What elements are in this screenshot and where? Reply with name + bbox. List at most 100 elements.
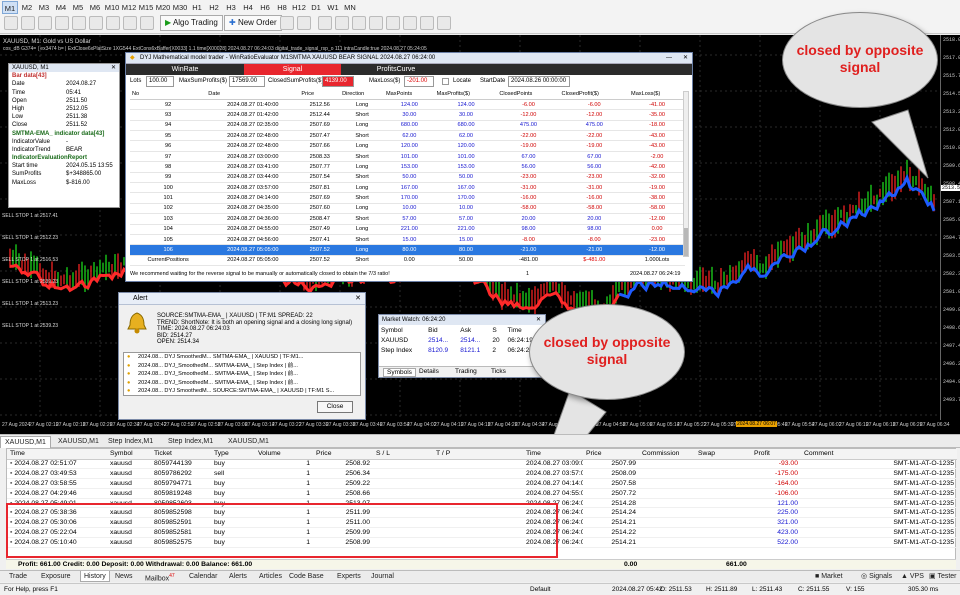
tab-news[interactable]: News bbox=[112, 571, 136, 582]
list-item[interactable]: ● 2024.08... DYJ SmoothedM... SOURCE:SMTM… bbox=[124, 387, 360, 396]
market-watch-tab[interactable]: Details bbox=[419, 368, 439, 375]
closed-sum-field[interactable]: 4139.00 bbox=[322, 76, 354, 87]
table-row[interactable]: 96 2024.08.27 02:48:00 2507.66 Long 120.00 12… bbox=[130, 140, 685, 152]
table-row[interactable]: 103 2024.08.27 04:36:00 2508.47 Short 57.00 5… bbox=[130, 213, 685, 225]
vps-tab[interactable]: ▲ VPS bbox=[898, 571, 927, 582]
column-header[interactable]: Price bbox=[313, 449, 373, 460]
table-row[interactable]: 98 2024.08.27 03:41:00 2507.77 Long 153.00 15… bbox=[130, 161, 685, 173]
chart-tab[interactable]: XAUUSD,M1 bbox=[0, 436, 51, 448]
table-row[interactable]: ▪ 2024.08.27 04:29:46 xauusd 8059819248 buy… bbox=[7, 488, 957, 499]
timeframe-m4[interactable]: M4 bbox=[53, 1, 69, 14]
chart-tab[interactable]: XAUUSD,M1 bbox=[224, 436, 273, 448]
maxloss-field[interactable]: -201.00 bbox=[404, 76, 434, 87]
table-row[interactable]: 94 2024.08.27 02:35:00 2507.69 Long 680.00 68… bbox=[130, 120, 685, 132]
chart-candles-icon[interactable] bbox=[55, 16, 69, 30]
lots-field[interactable]: 100.00 bbox=[146, 76, 174, 87]
timeframe-d1[interactable]: D1 bbox=[308, 1, 324, 14]
tab-calendar[interactable]: Calendar bbox=[186, 571, 220, 582]
trade-up-icon[interactable] bbox=[280, 16, 294, 30]
text-icon[interactable] bbox=[420, 16, 434, 30]
tab-alerts[interactable]: Alerts bbox=[226, 571, 250, 582]
table-row[interactable]: 92 2024.08.27 01:40:00 2512.56 Long 124.00 12… bbox=[130, 99, 685, 111]
column-header[interactable]: S / L bbox=[373, 449, 433, 460]
column-header[interactable]: Volume bbox=[255, 449, 313, 460]
table-row[interactable]: ▪ 2024.08.27 02:51:07 xauusd 8059744139 buy… bbox=[7, 459, 957, 470]
table-row[interactable]: ▪ 2024.08.27 03:49:53 xauusd 8059786292 sel… bbox=[7, 468, 957, 480]
algo-trading-button[interactable]: ▶ Algo Trading bbox=[160, 15, 223, 31]
table-row[interactable]: 101 2024.08.27 04:14:00 2507.69 Short 170.00… bbox=[130, 192, 685, 204]
column-header[interactable]: Symbol bbox=[107, 449, 151, 460]
timeframe-h6[interactable]: H6 bbox=[257, 1, 273, 14]
market-watch-tab[interactable]: Symbols bbox=[383, 368, 416, 377]
chart-bars-icon[interactable] bbox=[38, 16, 52, 30]
timeframe-m6[interactable]: M6 bbox=[87, 1, 103, 14]
column-header[interactable]: Comment bbox=[801, 449, 957, 460]
tab-history[interactable]: History bbox=[80, 571, 110, 582]
column-header[interactable]: Time bbox=[523, 449, 583, 460]
timeframe-h3[interactable]: H3 bbox=[223, 1, 239, 14]
column-header[interactable]: Commission bbox=[639, 449, 695, 460]
tab-signal[interactable]: Signal bbox=[244, 64, 341, 75]
locate-checkbox[interactable] bbox=[442, 78, 449, 85]
tab-journal[interactable]: Journal bbox=[368, 571, 397, 582]
list-item[interactable]: ● 2024.08... DYJ_SmoothedM... SMTMA-EMA_ … bbox=[124, 370, 360, 379]
zoom-in-icon[interactable] bbox=[89, 16, 103, 30]
table-scrollbar[interactable] bbox=[683, 91, 689, 257]
close-icon[interactable]: ✕ bbox=[683, 53, 688, 64]
new-order-button[interactable]: ✚ New Order bbox=[224, 15, 282, 31]
tab-trade[interactable]: Trade bbox=[6, 571, 30, 582]
list-item[interactable]: ● 2024.08... DYJ SmoothedM... SMTMA-EMA_ … bbox=[124, 353, 360, 362]
table-row[interactable]: ▪ 2024.08.27 03:58:55 xauusd 8059794771 buy… bbox=[7, 478, 957, 489]
symbol-row[interactable]: Step Index 8120.9 8121.1 2 06:24:20 bbox=[379, 345, 545, 355]
column-header[interactable]: Profit bbox=[751, 449, 801, 460]
market-watch-tab[interactable]: Trading bbox=[455, 368, 477, 375]
profiles-icon[interactable] bbox=[21, 16, 35, 30]
vertical-line-icon[interactable] bbox=[335, 16, 349, 30]
close-icon[interactable]: ✕ bbox=[536, 315, 541, 325]
timeframe-m10[interactable]: M10 bbox=[104, 1, 120, 14]
table-row[interactable]: 93 2024.08.27 01:42:00 2512.44 Short 30.00 30… bbox=[130, 109, 685, 121]
timeframe-m20[interactable]: M20 bbox=[155, 1, 171, 14]
crosshair-icon[interactable] bbox=[318, 16, 332, 30]
timeframe-m3[interactable]: M3 bbox=[36, 1, 52, 14]
zoom-out-icon[interactable] bbox=[106, 16, 120, 30]
table-row[interactable]: 105 2024.08.27 04:56:00 2507.41 Short 15.00 1… bbox=[130, 234, 685, 246]
max-sum-field[interactable]: 17569.00 bbox=[229, 76, 265, 87]
tab-exposure[interactable]: Exposure bbox=[38, 571, 74, 582]
timeframe-w1[interactable]: W1 bbox=[325, 1, 341, 14]
market-watch-tab[interactable]: Ticks bbox=[491, 368, 506, 375]
market-tab[interactable]: ■ Market bbox=[812, 571, 846, 582]
table-row[interactable]: 100 2024.08.27 03:57:00 2507.81 Long 167.00 1… bbox=[130, 182, 685, 194]
column-header[interactable]: Ticket bbox=[151, 449, 211, 460]
startdate-field[interactable]: 2024.08.26 00:00:00 bbox=[508, 76, 570, 87]
timeframe-h12[interactable]: H12 bbox=[291, 1, 307, 14]
minimize-icon[interactable]: — bbox=[666, 53, 672, 64]
close-icon[interactable]: ✕ bbox=[111, 64, 116, 72]
alert-close-button[interactable]: Close bbox=[317, 401, 353, 413]
timeframe-m5[interactable]: M5 bbox=[70, 1, 86, 14]
timeframe-m1[interactable]: M1 bbox=[2, 1, 18, 14]
channel-icon[interactable] bbox=[386, 16, 400, 30]
symbol-row[interactable]: XAUUSD 2514... 2514... 20 06:24:19 bbox=[379, 335, 545, 345]
table-row[interactable]: 99 2024.08.27 03:44:00 2507.54 Short 50.00 50… bbox=[130, 172, 685, 184]
new-chart-icon[interactable] bbox=[4, 16, 18, 30]
column-header[interactable]: Swap bbox=[695, 449, 751, 460]
tab-articles[interactable]: Articles bbox=[256, 571, 285, 582]
tab-experts[interactable]: Experts bbox=[334, 571, 364, 582]
shapes-icon[interactable] bbox=[437, 16, 451, 30]
timeframe-h8[interactable]: H8 bbox=[274, 1, 290, 14]
tab-mailbox[interactable]: Mailbox47 bbox=[142, 571, 178, 582]
column-header[interactable]: Price bbox=[583, 449, 639, 460]
timeframe-h2[interactable]: H2 bbox=[206, 1, 222, 14]
fibonacci-icon[interactable] bbox=[403, 16, 417, 30]
tester-tab[interactable]: ▣ Tester bbox=[926, 571, 960, 582]
scrollbar-thumb[interactable] bbox=[684, 228, 688, 256]
trade-down-icon[interactable] bbox=[297, 16, 311, 30]
chart-line-icon[interactable] bbox=[72, 16, 86, 30]
signals-tab[interactable]: ◎ Signals bbox=[858, 571, 895, 582]
table-row[interactable]: 104 2024.08.27 04:55:00 2507.49 Long 221.00 2… bbox=[130, 224, 685, 235]
timeframe-m2[interactable]: M2 bbox=[19, 1, 35, 14]
tab-winrate[interactable]: WinRate bbox=[126, 64, 244, 75]
timeframe-m15[interactable]: M15 bbox=[138, 1, 154, 14]
list-item[interactable]: ● 2024.08... DYJ_SmoothedM... SMTMA-EMA_ … bbox=[124, 379, 360, 388]
